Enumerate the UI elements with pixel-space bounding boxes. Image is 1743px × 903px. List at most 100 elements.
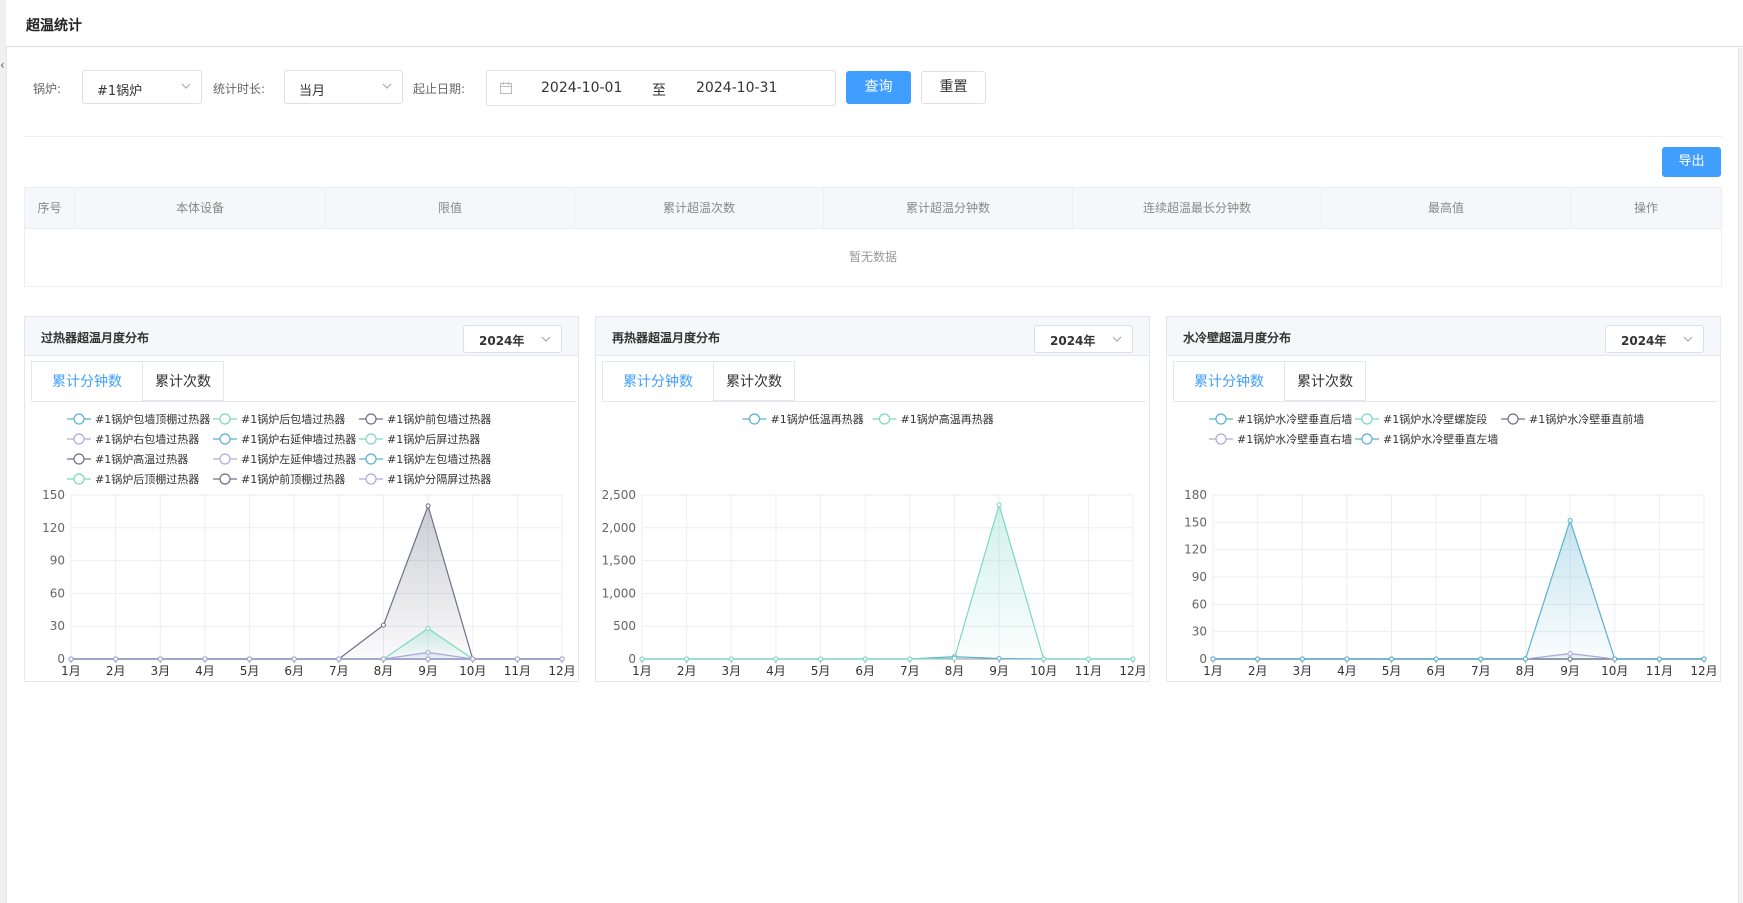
- column-header[interactable]: 限值: [326, 188, 575, 228]
- data-point: [996, 502, 1002, 508]
- right-scrollbar[interactable]: [1738, 48, 1743, 903]
- data-point: [380, 656, 386, 662]
- series-line: [71, 503, 562, 660]
- data-point: [1041, 656, 1047, 662]
- data-point: [202, 656, 208, 662]
- legend-swatch-marker: [219, 413, 231, 425]
- reheater-line-chart: 05001,0001,5002,0002,5001月 2月 3月 4月 5月 6月 7月 8月…: [602, 412, 1147, 678]
- x-tick-label: 5月: [240, 664, 260, 678]
- panel-title: 再热器超温月度分布: [612, 331, 721, 345]
- data-point: [1389, 656, 1395, 662]
- tab-cumulative-minutes[interactable]: 累计分钟数: [602, 361, 714, 401]
- data-point: [907, 656, 913, 662]
- x-tick-label: 4月: [195, 664, 215, 678]
- data-point: [1567, 518, 1573, 524]
- x-tick-label: 1月: [1203, 664, 1223, 678]
- legend-label: #1锅炉右延伸墙过热器: [241, 432, 356, 446]
- x-tick-label: 2月: [106, 664, 126, 678]
- column-header[interactable]: 累计超温次数: [575, 188, 824, 228]
- data-point: [728, 656, 734, 662]
- left-edge-strip: [0, 0, 7, 903]
- x-tick-label: 11月: [504, 664, 531, 678]
- data-point: [247, 656, 253, 662]
- reset-button[interactable]: 重置: [921, 71, 986, 104]
- chevron-down-icon: [181, 83, 191, 89]
- x-tick-label: 6月: [284, 664, 304, 678]
- data-point: [1656, 656, 1662, 662]
- data-point: [818, 656, 824, 662]
- column-header[interactable]: 本体设备: [75, 188, 326, 228]
- column-header[interactable]: 连续超温最长分钟数: [1073, 188, 1322, 228]
- legend-label: #1锅炉左延伸墙过热器: [241, 452, 356, 466]
- data-point: [639, 656, 645, 662]
- column-header[interactable]: 序号: [25, 188, 75, 228]
- x-tick-label: 12月: [1690, 664, 1717, 678]
- y-tick-label: 60: [50, 586, 65, 600]
- legend-label: #1锅炉水冷壁垂直右墙: [1237, 432, 1352, 446]
- boiler-select[interactable]: #1锅炉: [82, 70, 202, 104]
- legend-label: #1锅炉高温再热器: [901, 412, 994, 426]
- y-tick-label: 500: [613, 619, 636, 633]
- legend-label: #1锅炉低温再热器: [771, 413, 864, 426]
- tab-cumulative-minutes[interactable]: 累计分钟数: [31, 361, 143, 401]
- tab-cumulative-minutes[interactable]: 累计分钟数: [1173, 361, 1285, 401]
- data-point: [380, 622, 386, 628]
- chevron-down-icon: [541, 336, 551, 342]
- date-start-input[interactable]: 2024-10-01: [541, 80, 622, 96]
- y-tick-label: 120: [42, 521, 65, 535]
- y-tick-label: 150: [42, 488, 65, 502]
- column-header[interactable]: 操作: [1571, 188, 1721, 228]
- tab-cumulative-count[interactable]: 累计次数: [142, 361, 224, 401]
- column-header[interactable]: 累计超温分钟数: [824, 188, 1073, 228]
- y-tick-label: 90: [1192, 570, 1207, 584]
- x-tick-label: 10月: [1030, 664, 1057, 678]
- data-point: [951, 655, 957, 661]
- x-tick-label: 6月: [855, 664, 875, 678]
- legend-swatch-marker: [1361, 413, 1373, 425]
- year-select[interactable]: 2024年: [1034, 325, 1133, 353]
- panel-header: 水冷壁超温月度分布 2024年: [1167, 317, 1720, 356]
- legend-swatch-marker: [365, 473, 377, 485]
- x-tick-label: 4月: [1337, 664, 1357, 678]
- legend-label: #1锅炉分隔屏过热器: [387, 473, 491, 486]
- data-point: [1255, 656, 1261, 662]
- legend-label: #1锅炉水冷壁螺旋段: [1383, 412, 1487, 426]
- data-point: [1085, 656, 1091, 662]
- legend-label: #1锅炉高温过热器: [95, 452, 188, 466]
- date-end-input[interactable]: 2024-10-31: [696, 80, 777, 96]
- data-point: [470, 656, 476, 662]
- y-tick-label: 60: [1192, 597, 1207, 611]
- tab-cumulative-count[interactable]: 累计次数: [713, 361, 795, 401]
- legend-swatch-marker: [219, 453, 231, 465]
- legend-swatch-marker: [73, 433, 85, 445]
- x-tick-label: 1月: [632, 664, 652, 678]
- data-point: [336, 656, 342, 662]
- legend-swatch-marker: [365, 433, 377, 445]
- data-point: [514, 656, 520, 662]
- y-tick-label: 180: [1184, 488, 1207, 502]
- export-button[interactable]: 导出: [1662, 147, 1721, 177]
- data-point: [425, 503, 431, 509]
- column-header[interactable]: 最高值: [1322, 188, 1571, 228]
- duration-select[interactable]: 当月: [284, 70, 403, 104]
- collapse-arrow-icon[interactable]: ‹: [0, 58, 5, 72]
- series-area: [1213, 520, 1704, 659]
- legend-swatch-marker: [73, 413, 85, 425]
- waterwall-panel: 水冷壁超温月度分布 2024年 累计分钟数 累计次数 0 30 60 90 120 150…: [1166, 316, 1721, 682]
- tab-cumulative-count[interactable]: 累计次数: [1284, 361, 1366, 401]
- legend-swatch-marker: [748, 413, 761, 425]
- page-header: 超温统计: [6, 0, 1743, 47]
- year-select[interactable]: 2024年: [1605, 325, 1704, 353]
- series-line: [71, 651, 562, 660]
- year-select[interactable]: 2024年: [463, 325, 562, 353]
- date-range-picker[interactable]: 2024-10-01 至 2024-10-31: [486, 70, 836, 106]
- data-point: [773, 656, 779, 662]
- panel-tabs: 累计分钟数 累计次数: [1173, 361, 1717, 402]
- reheater-panel: 再热器超温月度分布 2024年 累计分钟数 累计次数 0 500 1,000 1,50…: [595, 316, 1150, 682]
- query-button[interactable]: 查询: [846, 71, 911, 104]
- data-point: [157, 656, 163, 662]
- data-point: [1612, 656, 1618, 662]
- panel-title: 过热器超温月度分布: [41, 331, 150, 345]
- x-tick-label: 2月: [677, 664, 697, 678]
- legend-swatch-marker: [1361, 433, 1373, 445]
